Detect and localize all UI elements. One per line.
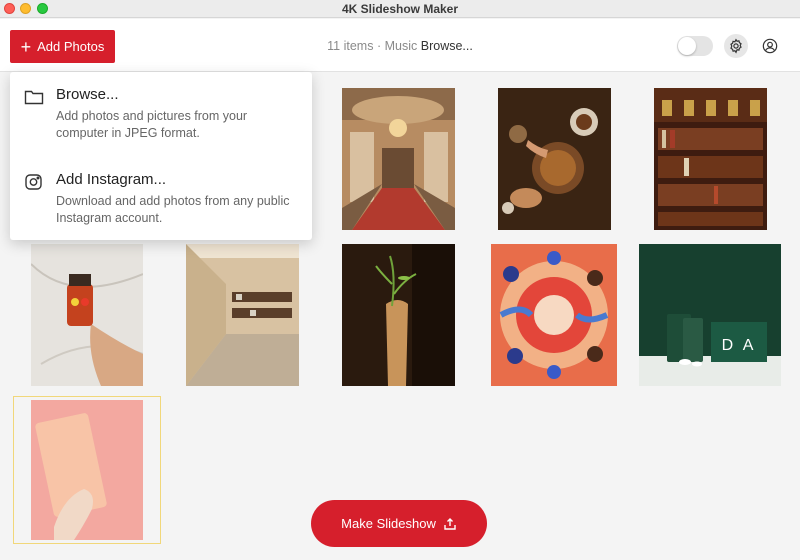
photo-thumbnail-tea-table[interactable] [498,88,611,230]
photo-thumbnail-people-circle-illustration[interactable] [491,244,617,386]
menu-item-browse-description: Add photos and pictures from your comput… [56,109,248,140]
music-browse-link[interactable]: Browse... [421,39,473,53]
toolbar: + Add Photos 11 items · Music Browse... [0,19,800,72]
make-slideshow-label: Make Slideshow [341,516,436,531]
items-count: 11 items [327,39,374,53]
gear-icon [730,38,742,54]
store-corridor-image [186,244,299,386]
photo-thumbnail-palace-staircase[interactable] [342,88,455,230]
palace-staircase-image [342,88,455,230]
window-title: 4K Slideshow Maker [341,2,459,16]
photo-thumbnail-store-corridor[interactable] [186,244,299,386]
people-circle-illustration-image [491,244,617,386]
instagram-icon [25,174,42,190]
add-photos-menu: Browse... Add photos and pictures from y… [10,72,312,240]
toggle-knob [678,37,696,55]
da-brand-text: D A [722,337,757,354]
photo-thumbnail-hand-pink-package[interactable] [13,396,161,544]
menu-item-instagram-title: Add Instagram... [56,171,167,188]
menu-item-instagram-description: Download and add photos from any public … [56,194,290,225]
photo-thumbnail-da-product-box[interactable]: D A [639,244,781,386]
hand-pink-package-image [14,397,160,543]
tea-table-image [498,88,611,230]
settings-button[interactable] [724,34,748,58]
da-product-box-image: D A [639,244,781,386]
jar-in-hand-image [31,244,143,386]
title-bar: 4K Slideshow Maker [0,0,800,18]
account-button[interactable] [760,36,780,56]
make-slideshow-button[interactable]: Make Slideshow [311,500,487,547]
separator: · [376,39,382,53]
bookshelf-image [654,88,767,230]
photo-thumbnail-plant-vase[interactable] [342,244,455,386]
photo-thumbnail-bookshelf[interactable] [654,88,767,230]
folder-icon [24,90,44,105]
menu-item-browse-title: Browse... [56,86,119,103]
menu-item-browse[interactable]: Browse... Add photos and pictures from y… [10,86,312,146]
user-icon [762,38,778,54]
music-label: Music [384,39,418,53]
photo-thumbnail-jar-in-hand[interactable] [31,244,143,386]
menu-item-instagram[interactable]: Add Instagram... Download and add photos… [10,171,312,231]
share-icon [443,517,457,531]
plant-vase-image [342,244,455,386]
mode-toggle[interactable] [677,36,713,56]
